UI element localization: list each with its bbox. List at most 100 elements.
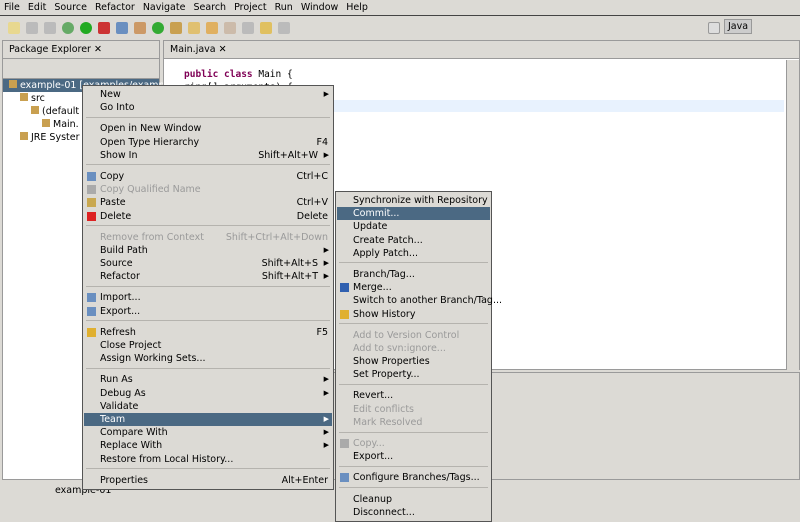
menu-project[interactable]: Project bbox=[234, 2, 267, 13]
menu-item-label: Update bbox=[353, 221, 388, 233]
menu-source[interactable]: Source bbox=[54, 2, 87, 13]
tree-item-label: (default bbox=[42, 106, 80, 117]
menu-item-export[interactable]: Export... bbox=[337, 450, 490, 463]
menu-item-set-property[interactable]: Set Property... bbox=[337, 368, 490, 381]
new-class-icon[interactable] bbox=[152, 22, 164, 34]
menu-item-commit[interactable]: Commit... bbox=[337, 207, 490, 221]
menu-item-open-type-hierarchy[interactable]: Open Type Hierarchy F4 bbox=[84, 136, 332, 149]
menu-item-source[interactable]: Source Shift+Alt+S ▶ bbox=[84, 257, 332, 270]
run-icon[interactable] bbox=[80, 22, 92, 34]
menu-item-label: Open Type Hierarchy bbox=[100, 136, 200, 148]
menu-item-debug-as[interactable]: Debug As ▶ bbox=[84, 387, 332, 400]
save-icon[interactable] bbox=[26, 22, 38, 34]
menu-item-show-in[interactable]: Show In Shift+Alt+W ▶ bbox=[84, 149, 332, 162]
menu-item-new[interactable]: New ▶ bbox=[84, 88, 332, 101]
menu-item-revert[interactable]: Revert... bbox=[337, 389, 490, 402]
menu-run[interactable]: Run bbox=[275, 2, 293, 13]
menu-item-apply-patch[interactable]: Apply Patch... bbox=[337, 247, 490, 260]
copy-qualified-icon bbox=[87, 185, 96, 195]
menu-item-synchronize-with-repository[interactable]: Synchronize with Repository bbox=[337, 194, 490, 207]
menu-item-update[interactable]: Update bbox=[337, 220, 490, 233]
menu-item-team[interactable]: Team ▶ bbox=[84, 412, 332, 427]
java-perspective-button[interactable]: Java bbox=[724, 19, 753, 34]
open-perspective-icon[interactable] bbox=[708, 22, 720, 34]
menu-item-show-properties[interactable]: Show Properties bbox=[337, 355, 490, 368]
menu-item-label: Switch to another Branch/Tag... bbox=[353, 295, 503, 307]
annotation-icon[interactable] bbox=[224, 22, 236, 34]
tree-item-label: JRE Syster bbox=[31, 132, 80, 143]
menu-item-add-to-svn-ignore: Add to svn:ignore... bbox=[337, 342, 490, 355]
menu-item-configure-branches-tags[interactable]: Configure Branches/Tags... bbox=[337, 471, 490, 484]
menu-item-copy[interactable]: Copy Ctrl+C bbox=[84, 170, 332, 183]
menu-item-label: Source bbox=[100, 258, 133, 270]
menu-item-paste[interactable]: Paste Ctrl+V bbox=[84, 196, 332, 209]
menu-item-replace-with[interactable]: Replace With ▶ bbox=[84, 439, 332, 452]
menu-edit[interactable]: Edit bbox=[28, 2, 46, 13]
open-folder-icon[interactable] bbox=[188, 22, 200, 34]
editor-tab-main-java[interactable]: Main.java ✕ bbox=[164, 41, 799, 59]
menu-item-restore-from-local-history[interactable]: Restore from Local History... bbox=[84, 453, 332, 466]
open-type-icon[interactable] bbox=[170, 22, 182, 34]
menu-item-label: Show In bbox=[100, 149, 138, 161]
menu-search[interactable]: Search bbox=[193, 2, 226, 13]
menu-item-go-into[interactable]: Go Into bbox=[84, 101, 332, 114]
menu-item-add-to-version-control: Add to Version Control bbox=[337, 329, 490, 342]
menu-item-compare-with[interactable]: Compare With ▶ bbox=[84, 426, 332, 439]
export-icon bbox=[87, 306, 96, 316]
new-package-icon[interactable] bbox=[134, 22, 146, 34]
package-explorer-tab[interactable]: Package Explorer ✕ bbox=[3, 41, 159, 59]
tree-node-icon bbox=[31, 106, 39, 114]
menu-item-export[interactable]: Export... bbox=[84, 305, 332, 318]
back-icon[interactable] bbox=[260, 22, 272, 34]
menu-item-label: New bbox=[100, 89, 121, 100]
menu-item-show-history[interactable]: Show History bbox=[337, 308, 490, 321]
vertical-scrollbar[interactable] bbox=[786, 60, 799, 370]
menu-item-cleanup[interactable]: Cleanup bbox=[337, 493, 490, 506]
menu-refactor[interactable]: Refactor bbox=[95, 2, 135, 13]
menu-item-label: Debug As bbox=[100, 387, 146, 399]
menu-navigate[interactable]: Navigate bbox=[143, 2, 186, 13]
menu-item-build-path[interactable]: Build Path ▶ bbox=[84, 244, 332, 257]
team-submenu: Synchronize with Repository Commit... Upda… bbox=[335, 191, 502, 522]
forward-icon[interactable] bbox=[278, 22, 290, 34]
debug-icon[interactable] bbox=[62, 22, 74, 34]
menu-item-close-project[interactable]: Close Project bbox=[84, 339, 332, 352]
menu-window[interactable]: Window bbox=[301, 2, 338, 13]
shortcut: Ctrl+C bbox=[296, 170, 329, 182]
next-annotation-icon[interactable] bbox=[242, 22, 254, 34]
menu-item-run-as[interactable]: Run As ▶ bbox=[84, 373, 332, 386]
menu-item-branch-tag[interactable]: Branch/Tag... bbox=[337, 268, 490, 281]
menu-item-validate[interactable]: Validate bbox=[84, 400, 332, 413]
menu-file[interactable]: File bbox=[4, 2, 20, 13]
import-icon bbox=[87, 293, 96, 303]
menu-item-create-patch[interactable]: Create Patch... bbox=[337, 234, 490, 247]
tree-node-icon bbox=[20, 132, 28, 140]
menu-item-open-in-new-window[interactable]: Open in New Window bbox=[84, 122, 332, 135]
menu-item-switch-to-another-branch-tag[interactable]: Switch to another Branch/Tag... bbox=[337, 294, 502, 307]
package-explorer-toolbar bbox=[3, 59, 159, 79]
menu-item-copy-qualified-name: Copy Qualified Name bbox=[84, 183, 332, 196]
menu-item-delete[interactable]: Delete Delete bbox=[84, 210, 332, 223]
menu-item-label: Build Path bbox=[100, 244, 148, 256]
copy-icon bbox=[340, 439, 349, 448]
menu-item-disconnect[interactable]: Disconnect... bbox=[337, 506, 490, 519]
shortcut: Shift+Alt+T bbox=[261, 271, 318, 283]
menu-item-label: Team bbox=[100, 413, 126, 425]
print-icon[interactable] bbox=[44, 22, 56, 34]
menu-item-label: Open in New Window bbox=[100, 123, 202, 135]
menu-item-import[interactable]: Import... bbox=[84, 291, 332, 304]
menu-help[interactable]: Help bbox=[346, 2, 368, 13]
menu-item-refactor[interactable]: Refactor Shift+Alt+T ▶ bbox=[84, 270, 332, 283]
menu-item-assign-working-sets[interactable]: Assign Working Sets... bbox=[84, 352, 332, 365]
shortcut: Alt+Enter bbox=[281, 474, 328, 486]
menu-item-label: Properties bbox=[100, 474, 149, 486]
menu-item-properties[interactable]: Properties Alt+Enter bbox=[84, 474, 332, 487]
new-icon[interactable] bbox=[8, 22, 20, 34]
toolbar: Java bbox=[0, 17, 800, 39]
search-icon[interactable] bbox=[206, 22, 218, 34]
tree-node-icon bbox=[9, 80, 17, 88]
menu-item-refresh[interactable]: Refresh F5 bbox=[84, 326, 332, 339]
menu-item-merge[interactable]: Merge... bbox=[337, 281, 490, 294]
new-java-project-icon[interactable] bbox=[116, 22, 128, 34]
external-tools-icon[interactable] bbox=[98, 22, 110, 34]
